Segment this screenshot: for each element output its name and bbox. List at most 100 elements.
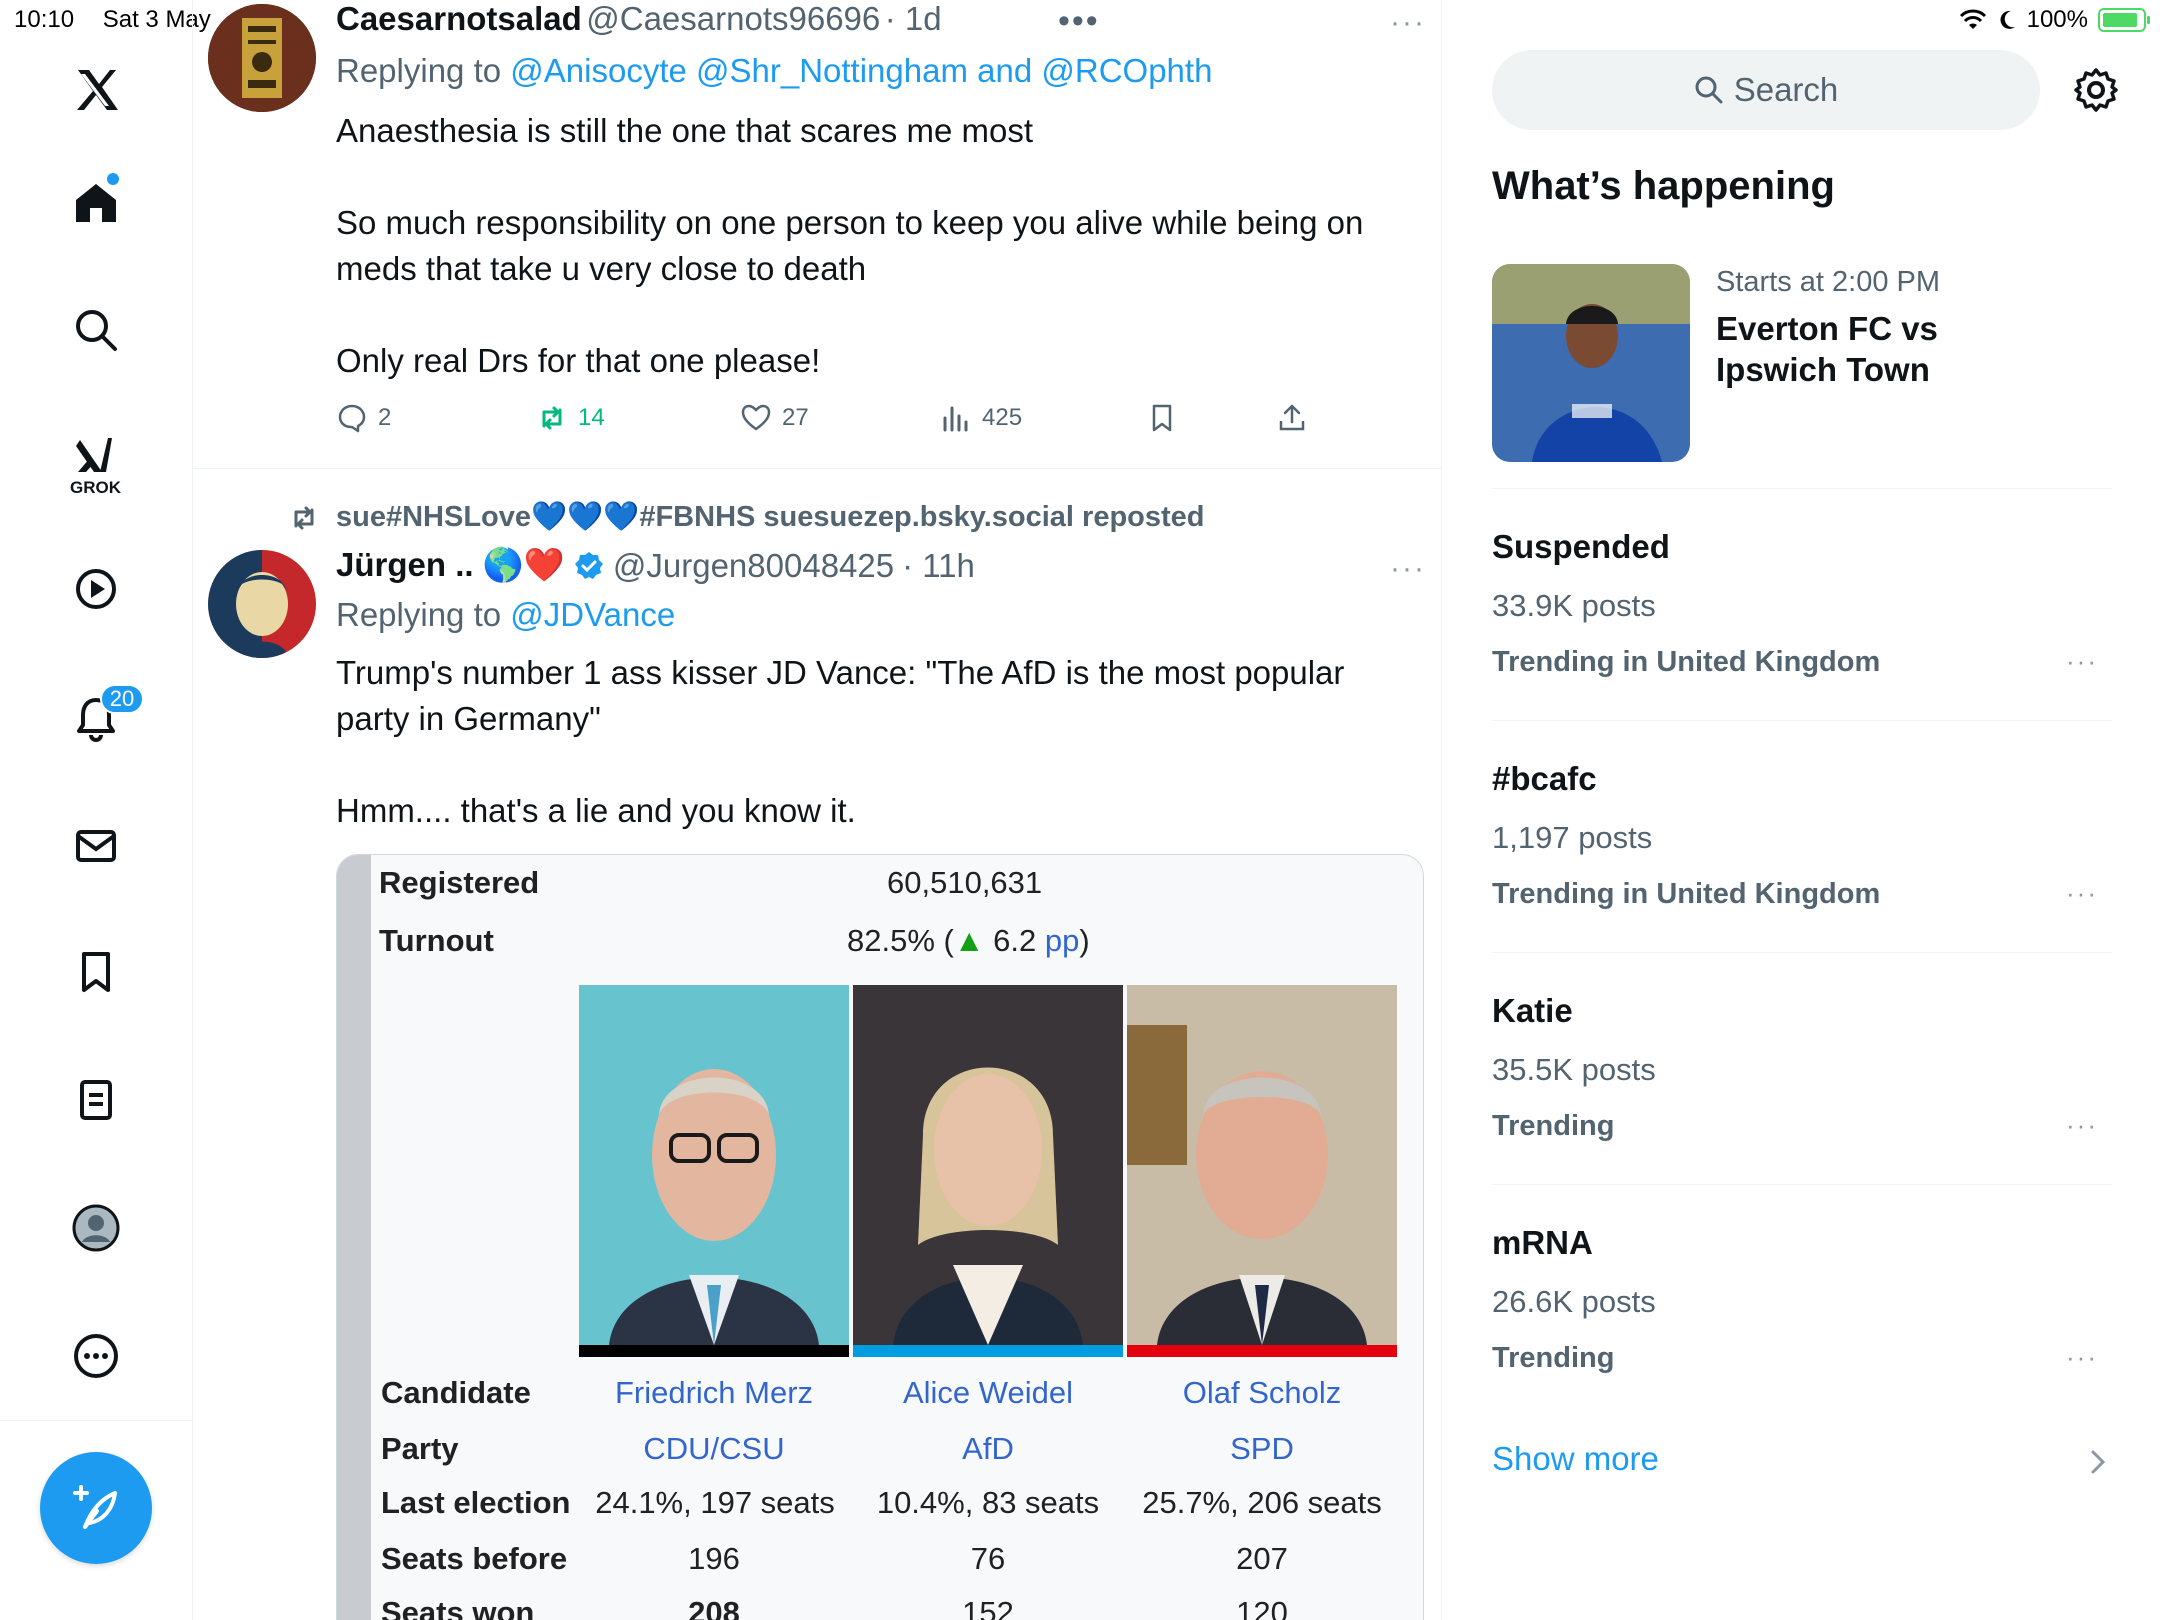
party-colorbar-spd	[1127, 1345, 1397, 1357]
seats-before-spd: 207	[1236, 1541, 1288, 1576]
tweet1-text: Anaesthesia is still the one that scares…	[336, 112, 1364, 379]
moon-icon	[2000, 10, 2015, 29]
tweet1-reply-count: 2	[378, 404, 392, 431]
video-play-icon[interactable]	[60, 553, 132, 625]
turnout-label: Turnout	[379, 923, 494, 958]
tweet2-replying-to: Replying to @JDVance	[336, 596, 675, 634]
notifications-badge: 20	[100, 684, 144, 714]
tweet2-author-name[interactable]: Jürgen .. 🌎❤️	[336, 546, 565, 585]
tweet1-author-name[interactable]: Caesarnotsalad	[336, 0, 582, 37]
trend-more-icon-2[interactable]: ···	[2066, 878, 2098, 909]
candidate-name-merz[interactable]: Friedrich Merz	[579, 1375, 849, 1411]
battery-icon	[2098, 8, 2150, 32]
event-thumbnail[interactable]	[1492, 264, 1690, 462]
registered-value: 60,510,631	[887, 865, 1043, 900]
home-unread-dot	[107, 173, 119, 185]
event-title[interactable]: Everton FC vs Ipswich Town	[1716, 308, 1938, 390]
seats-won-cdu: 208	[688, 1595, 740, 1620]
tweet1-more-options-icon[interactable]: ···	[1390, 6, 1426, 40]
trend-posts-3: 35.5K posts	[1492, 1052, 1656, 1087]
trend-title-4[interactable]: mRNA	[1492, 1224, 1593, 1262]
seats-before-afd: 76	[970, 1541, 1006, 1576]
compose-feather-icon	[73, 1485, 117, 1529]
chevron-right-icon[interactable]	[2088, 1448, 2108, 1476]
bookmark-icon	[1152, 404, 1172, 432]
home-icon[interactable]	[60, 166, 132, 238]
more-options-icon[interactable]	[60, 1320, 132, 1392]
tweet1-views-button[interactable]: 425	[940, 402, 1022, 434]
tweet2-replying-handles[interactable]: @JDVance	[510, 596, 675, 633]
trend-separator	[1492, 952, 2112, 953]
trend-title-2[interactable]: #bcafc	[1492, 760, 1597, 798]
nav-divider	[0, 1420, 193, 1421]
trend-more-icon-4[interactable]: ···	[2066, 1342, 2098, 1373]
trend-separator	[1492, 720, 2112, 721]
trend-more-icon-3[interactable]: ···	[2066, 1110, 2098, 1141]
tweet1-grok-more-icon[interactable]: •••	[1058, 2, 1100, 41]
share-icon	[1279, 404, 1305, 431]
reply-icon	[338, 404, 366, 433]
avatar-caesarnotsalad[interactable]	[208, 4, 316, 112]
wifi-icon	[1959, 9, 1986, 29]
timeline: Caesarnotsalad @Caesarnots96696 · 1d •••…	[194, 0, 1442, 1620]
turnout-percent: 82.5% (	[847, 923, 954, 958]
seats-before-cdu: 196	[688, 1541, 740, 1576]
tweet2-text: Trump's number 1 ass kisser JD Vance: "T…	[336, 654, 1345, 829]
trend-title-1[interactable]: Suspended	[1492, 528, 1670, 566]
last-election-cdu: 24.1%, 197 seats	[595, 1485, 835, 1520]
tweet1-replying-to: Replying to @Anisocyte @Shr_Nottingham a…	[336, 52, 1212, 90]
tweet2-header: Jürgen .. 🌎❤️ @Jurgen80048425 · 11h	[336, 546, 975, 585]
trend-title-3[interactable]: Katie	[1492, 992, 1573, 1030]
candidate-photo-scholz	[1127, 985, 1397, 1345]
tweet1-like-button[interactable]: 27	[740, 402, 809, 434]
tweet1-author-handle[interactable]: @Caesarnots96696	[586, 0, 880, 37]
candidate-name-weidel[interactable]: Alice Weidel	[853, 1375, 1123, 1411]
explore-search-icon[interactable]	[60, 294, 132, 366]
tweet1-reply-button[interactable]: 2	[336, 402, 391, 434]
turnout-unit-link[interactable]: pp	[1045, 923, 1079, 958]
settings-gear-icon[interactable]	[2072, 66, 2120, 114]
search-icon	[1695, 76, 1723, 104]
party-afd[interactable]: AfD	[853, 1431, 1123, 1467]
trend-separator	[1492, 1184, 2112, 1185]
trend-context-1: Trending in United Kingdom	[1492, 646, 1881, 678]
status-bar-right: 100%	[1959, 6, 2150, 34]
event-time: Starts at 2:00 PM	[1716, 266, 1941, 298]
grok-label: GROK	[70, 478, 121, 497]
candidate-name-scholz[interactable]: Olaf Scholz	[1127, 1375, 1397, 1411]
compose-post-button[interactable]	[40, 1452, 152, 1564]
tweet1-share-button[interactable]	[1276, 402, 1308, 434]
trend-more-icon-1[interactable]: ···	[2066, 646, 2098, 677]
tweet2-timestamp[interactable]: · 11h	[902, 547, 975, 585]
bookmarks-icon[interactable]	[60, 936, 132, 1008]
last-election-spd: 25.7%, 206 seats	[1142, 1485, 1382, 1520]
turnout-value: 82.5% (▲ 6.2 pp)	[847, 923, 1090, 959]
search-input[interactable]: Search	[1492, 50, 2040, 130]
show-more-link[interactable]: Show more	[1492, 1440, 1659, 1478]
messages-envelope-icon[interactable]	[60, 810, 132, 882]
tweet1-bookmark-button[interactable]	[1146, 402, 1178, 434]
tweet1-timestamp[interactable]: · 1d	[885, 0, 942, 37]
tweet2-author-handle[interactable]: @Jurgen80048425	[613, 547, 894, 585]
last-election-afd: 10.4%, 83 seats	[876, 1485, 1100, 1520]
tweet1-view-count: 425	[982, 404, 1023, 431]
party-cdu-csu[interactable]: CDU/CSU	[579, 1431, 849, 1467]
lists-icon[interactable]	[60, 1064, 132, 1136]
avatar-jurgen[interactable]	[208, 550, 316, 658]
trend-context-4: Trending	[1492, 1342, 1615, 1374]
tweet1-replying-handles[interactable]: @Anisocyte @Shr_Nottingham and @RCOphth	[510, 52, 1212, 89]
seats-won-afd: 152	[962, 1595, 1014, 1620]
party-spd[interactable]: SPD	[1127, 1431, 1397, 1467]
party-colorbar-afd	[853, 1345, 1123, 1357]
trend-posts-1: 33.9K posts	[1492, 588, 1656, 623]
tweet2-media-image[interactable]: Registered 60,510,631 Turnout 82.5% (▲ 6…	[336, 854, 1424, 1620]
x-logo-icon[interactable]	[60, 54, 132, 126]
row-label-party: Party	[381, 1431, 459, 1466]
trend-context-3: Trending	[1492, 1110, 1615, 1142]
profile-avatar-icon[interactable]	[60, 1192, 132, 1264]
trend-posts-2: 1,197 posts	[1492, 820, 1653, 855]
heart-icon	[741, 404, 771, 431]
tweet1-repost-button[interactable]: 14	[536, 402, 605, 434]
tweet2-more-options-icon[interactable]: ···	[1390, 552, 1426, 586]
tweet2-repost-attribution[interactable]: sue#NHSLove💙💙💙#FBNHS suesuezep.bsky.soci…	[336, 500, 1205, 534]
